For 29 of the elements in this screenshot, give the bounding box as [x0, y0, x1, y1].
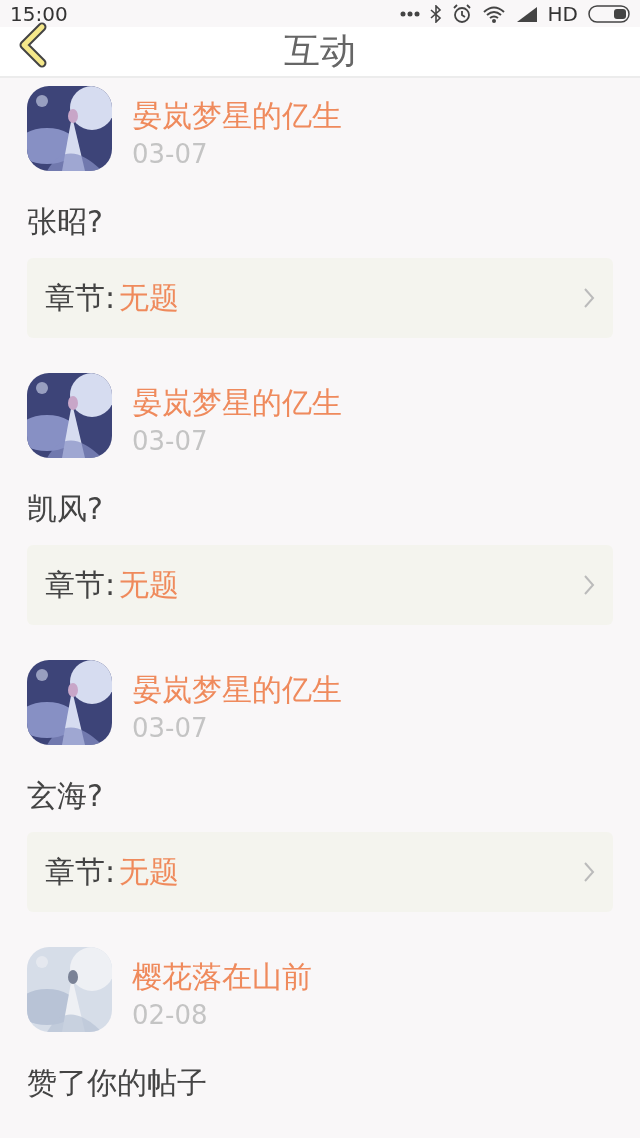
chapter-label: 章节: [45, 278, 116, 317]
user-name[interactable]: 晏岚梦星的亿生 [132, 670, 342, 710]
alarm-icon [451, 3, 472, 24]
chapter-title: 无题 [119, 852, 181, 891]
chevron-right-icon [583, 861, 595, 883]
message-text: 张昭? [27, 203, 104, 241]
wifi-icon [481, 4, 506, 23]
user-name[interactable]: 晏岚梦星的亿生 [132, 96, 342, 136]
message-text: 凯风? [27, 490, 104, 528]
user-name[interactable]: 晏岚梦星的亿生 [132, 383, 342, 423]
battery-icon [588, 4, 630, 23]
bluetooth-icon [429, 4, 442, 23]
user-name[interactable]: 樱花落在山前 [132, 957, 312, 997]
chapter-link[interactable]: 章节:无题 [27, 545, 613, 625]
chapter-label: 章节: [45, 565, 116, 604]
chapter-label: 章节: [45, 852, 116, 891]
chapter-title: 无题 [119, 565, 181, 604]
network-type: HD [547, 1, 578, 26]
message-text: 玄海? [27, 777, 104, 815]
signal-icon [515, 5, 538, 22]
message-text: 赞了你的帖子 [27, 1064, 208, 1102]
more-icon [399, 10, 420, 17]
chevron-right-icon [583, 574, 595, 596]
status-time: 15:00 [10, 1, 68, 26]
chapter-link[interactable]: 章节:无题 [27, 258, 613, 338]
chapter-title: 无题 [119, 278, 181, 317]
page-title: 互动 [284, 29, 356, 73]
chevron-right-icon [583, 287, 595, 309]
chapter-link[interactable]: 章节:无题 [27, 832, 613, 912]
